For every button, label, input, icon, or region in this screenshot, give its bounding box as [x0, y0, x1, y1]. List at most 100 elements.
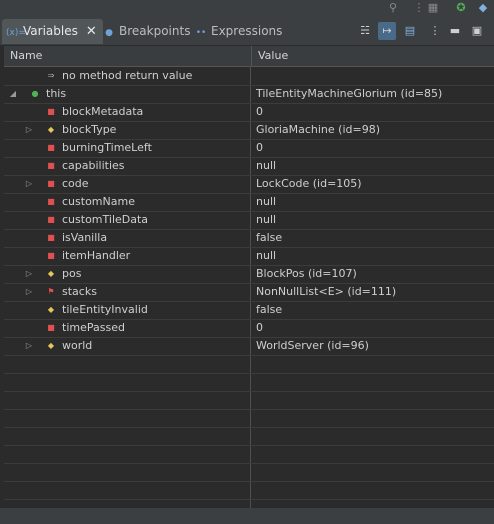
collapsed-arrow-icon[interactable]: ▷ — [24, 337, 34, 355]
expand-spacer — [24, 139, 34, 157]
collapsed-arrow-icon[interactable]: ▷ — [24, 265, 34, 283]
empty-row — [4, 373, 494, 392]
close-icon[interactable]: ✕ — [86, 19, 97, 44]
variable-name: blockMetadata — [62, 105, 144, 118]
empty-row — [4, 409, 494, 428]
variable-value: LockCode (id=105) — [256, 177, 362, 190]
view-menu-icon[interactable]: ⋮ — [426, 22, 444, 40]
breakpoints-icon: ● — [105, 28, 113, 38]
red-square-icon: ■ — [47, 179, 55, 188]
red-square-icon: ■ — [47, 215, 55, 224]
expand-spacer — [24, 193, 34, 211]
table-row[interactable]: ■ burningTimeLeft 0 — [4, 139, 494, 158]
table-row[interactable]: ▷ ⚑ stacks NonNullList<E> (id=111) — [4, 283, 494, 302]
variable-value: false — [256, 303, 283, 316]
empty-row — [4, 463, 494, 482]
variable-value: 0 — [256, 105, 263, 118]
table-row[interactable]: ■ blockMetadata 0 — [4, 103, 494, 122]
search-icon[interactable]: ⚲ — [386, 1, 400, 15]
table-header: Name Value — [4, 46, 494, 67]
variable-value: null — [256, 159, 277, 172]
table-row[interactable]: ■ timePassed 0 — [4, 319, 494, 338]
variable-name: code — [62, 177, 89, 190]
collapsed-arrow-icon[interactable]: ▷ — [24, 283, 34, 301]
more-icon[interactable]: ⋮ — [412, 1, 426, 15]
table-row[interactable]: ⇒ no method return value — [4, 67, 494, 86]
return-icon: ⇒ — [47, 71, 55, 80]
red-square-icon: ■ — [47, 107, 55, 116]
red-square-icon: ■ — [47, 233, 55, 242]
empty-row — [4, 391, 494, 410]
yellow-diamond-icon: ◆ — [47, 341, 55, 350]
variable-value: null — [256, 213, 277, 226]
variable-name: customTileData — [62, 213, 149, 226]
expanded-arrow-icon[interactable]: ◢ — [8, 85, 18, 103]
expand-spacer — [24, 157, 34, 175]
variable-name: blockType — [62, 123, 117, 136]
variable-name: customName — [62, 195, 135, 208]
tab-label: Variables — [23, 24, 78, 38]
column-header-value[interactable]: Value — [251, 46, 488, 66]
column-header-name[interactable]: Name — [4, 46, 250, 66]
table-row[interactable]: ▷ ◆ blockType GloriaMachine (id=98) — [4, 121, 494, 140]
variable-value: NonNullList<E> (id=111) — [256, 285, 397, 298]
red-square-icon: ■ — [47, 323, 55, 332]
variable-value: WorldServer (id=96) — [256, 339, 369, 352]
layout-icon[interactable]: ▤ — [401, 22, 419, 40]
variable-name: no method return value — [62, 69, 193, 82]
expand-spacer — [24, 103, 34, 121]
empty-row — [4, 355, 494, 374]
collapsed-arrow-icon[interactable]: ▷ — [24, 175, 34, 193]
yellow-diamond-icon: ◆ — [47, 269, 55, 278]
variable-value: null — [256, 249, 277, 262]
expand-spacer — [24, 301, 34, 319]
variable-value: 0 — [256, 321, 263, 334]
view-tab-bar: (x)=Variables ✕ ● Breakpoints •• Expression… — [0, 16, 494, 46]
java-perspective-icon[interactable]: ◆ — [476, 1, 490, 15]
red-square-icon: ■ — [47, 161, 55, 170]
table-row[interactable]: ◆ tileEntityInvalid false — [4, 301, 494, 320]
table-row[interactable]: ◢ ● this TileEntityMachineGlorium (id=85) — [4, 85, 494, 104]
empty-row — [4, 481, 494, 500]
table-row[interactable]: ■ customName null — [4, 193, 494, 212]
debug-perspective-icon[interactable]: ✪ — [454, 1, 468, 15]
tab-breakpoints[interactable]: ● Breakpoints — [102, 19, 190, 44]
collapse-all-icon[interactable]: ↦ — [378, 22, 396, 40]
empty-row — [4, 427, 494, 446]
yellow-diamond-icon: ◆ — [47, 305, 55, 314]
grid-icon[interactable]: ▦ — [426, 1, 440, 15]
expand-spacer — [24, 247, 34, 265]
expressions-icon: •• — [195, 28, 207, 38]
tab-variables[interactable]: (x)=Variables ✕ — [2, 19, 103, 44]
variable-value: TileEntityMachineGlorium (id=85) — [256, 87, 443, 100]
table-row[interactable]: ■ capabilities null — [4, 157, 494, 176]
minimize-icon[interactable]: ▬ — [446, 22, 464, 40]
red-square-icon: ■ — [47, 251, 55, 260]
tab-label: Expressions — [211, 24, 283, 38]
variable-value: GloriaMachine (id=98) — [256, 123, 381, 136]
variable-value: false — [256, 231, 283, 244]
variable-value: BlockPos (id=107) — [256, 267, 357, 280]
table-row[interactable]: ▷ ◆ world WorldServer (id=96) — [4, 337, 494, 356]
show-type-names-icon[interactable]: ☵ — [356, 22, 374, 40]
table-row[interactable]: ■ itemHandler null — [4, 247, 494, 266]
variable-name: this — [46, 87, 67, 100]
red-square-icon: ■ — [47, 143, 55, 152]
variable-name: timePassed — [62, 321, 125, 334]
collapsed-arrow-icon[interactable]: ▷ — [24, 121, 34, 139]
variable-name: isVanilla — [62, 231, 108, 244]
red-flag-icon: ⚑ — [47, 287, 55, 296]
bottom-strip — [0, 508, 494, 524]
table-row[interactable]: ■ isVanilla false — [4, 229, 494, 248]
top-toolbar-strip: ⚲ ⋮ ▦ ✪ ◆ — [0, 0, 494, 16]
table-row[interactable]: ■ customTileData null — [4, 211, 494, 230]
table-row[interactable]: ▷ ◆ pos BlockPos (id=107) — [4, 265, 494, 284]
variable-value: 0 — [256, 141, 263, 154]
red-square-icon: ■ — [47, 197, 55, 206]
variable-name: stacks — [62, 285, 97, 298]
yellow-diamond-icon: ◆ — [47, 125, 55, 134]
table-row[interactable]: ▷ ■ code LockCode (id=105) — [4, 175, 494, 194]
tab-expressions[interactable]: •• Expressions — [194, 19, 283, 44]
variables-tree-table: Name Value ⇒ no method return value ◢ ● this… — [4, 46, 494, 508]
maximize-icon[interactable]: ▣ — [468, 22, 486, 40]
